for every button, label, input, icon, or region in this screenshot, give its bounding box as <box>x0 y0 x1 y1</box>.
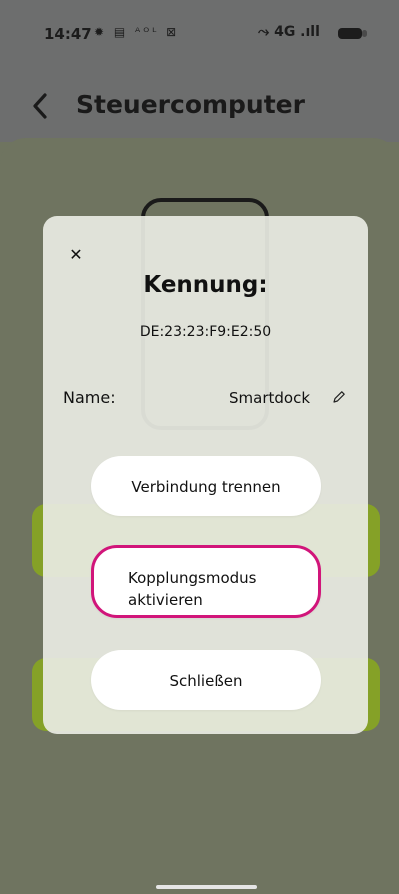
status-bar: 14:47 ✹ ▤ ᴬᴼᴸ ⊠ ⤳ 4G .ıll <box>0 0 399 62</box>
back-arrow-icon[interactable] <box>30 91 50 121</box>
close-dialog-button[interactable]: Schließen <box>91 650 321 710</box>
notification-icons: ✹ ▤ ᴬᴼᴸ ⊠ <box>94 25 180 39</box>
battery-icon <box>338 28 367 39</box>
app-header: Steuercomputer <box>0 62 399 142</box>
pencil-edit-icon[interactable] <box>332 390 346 404</box>
page-title: Steuercomputer <box>76 90 305 119</box>
disconnect-button[interactable]: Verbindung trennen <box>91 456 321 516</box>
app-screen: 14:47 ✹ ▤ ᴬᴼᴸ ⊠ ⤳ 4G .ıll Steuercomputer… <box>0 0 399 894</box>
home-indicator <box>156 885 257 889</box>
network-signal-icons: ⤳ 4G .ıll <box>258 24 320 40</box>
dialog-title: Kennung: <box>143 272 268 298</box>
status-time: 14:47 <box>44 25 92 43</box>
device-info-dialog: ✕ Kennung: DE:23:23:F9:E2:50 Name: Smart… <box>43 216 368 734</box>
activate-pairing-mode-button[interactable]: Kopplungsmodus aktivieren <box>91 545 321 618</box>
name-label: Name: <box>63 388 116 407</box>
device-name-value: Smartdock <box>229 389 311 407</box>
device-identifier: DE:23:23:F9:E2:50 <box>139 324 272 340</box>
close-icon[interactable]: ✕ <box>67 246 85 264</box>
